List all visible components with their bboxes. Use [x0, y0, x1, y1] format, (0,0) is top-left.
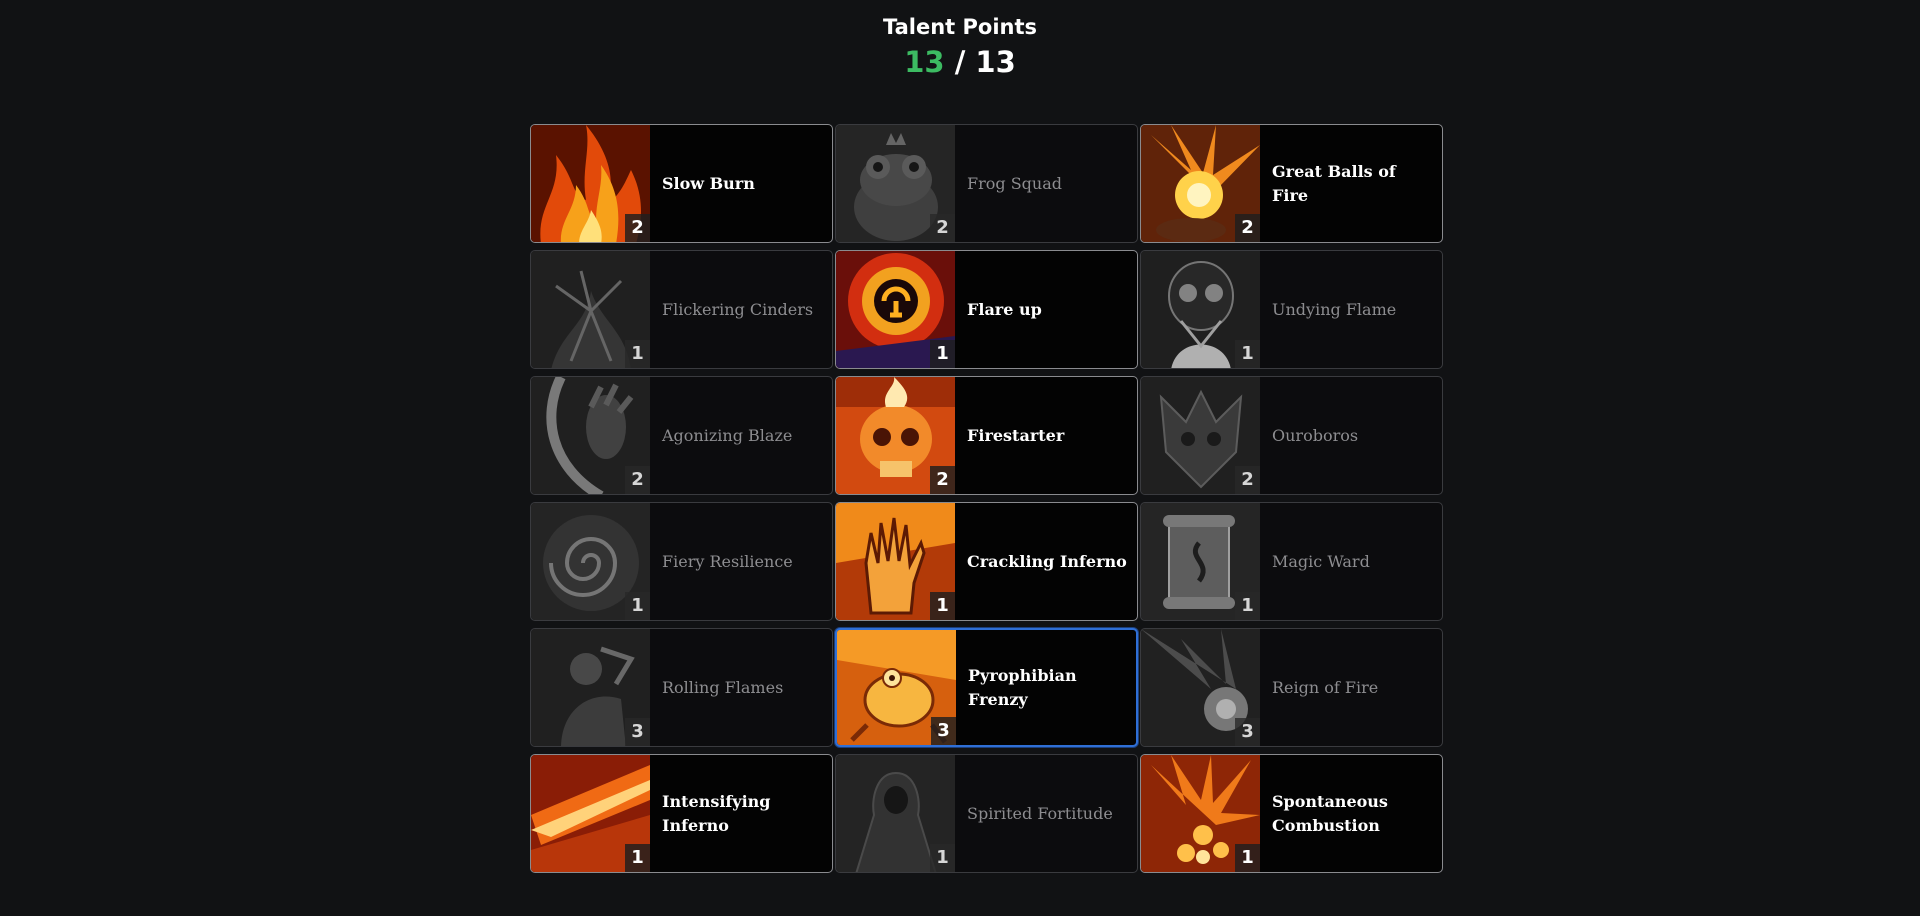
talent-card[interactable]: 2 Frog Squad	[835, 124, 1138, 243]
talent-rank: 2	[1235, 214, 1260, 242]
talent-name: Slow Burn	[662, 173, 755, 193]
talent-name: Fiery Resilience	[662, 551, 793, 571]
talent-card[interactable]: 1 Undying Flame	[1140, 250, 1443, 369]
talent-rank: 1	[625, 340, 650, 368]
talent-name: Undying Flame	[1272, 299, 1397, 319]
points-total: 13	[975, 45, 1016, 79]
talent-rank: 2	[625, 214, 650, 242]
talent-name: Flare up	[967, 299, 1042, 319]
talent-card[interactable]: 2 Great Balls of Fire	[1140, 124, 1443, 243]
talent-rank: 1	[625, 844, 650, 872]
talent-name: Firestarter	[967, 425, 1065, 445]
talent-points-counter: 13 / 13	[0, 42, 1920, 82]
talent-name: Intensifying Inferno	[662, 791, 771, 835]
talent-rank: 2	[930, 466, 955, 494]
talent-points-title: Talent Points	[882, 15, 1038, 39]
talent-rank: 3	[931, 717, 956, 745]
talent-card[interactable]: 1 Spirited Fortitude	[835, 754, 1138, 873]
talent-name: Spontaneous Combustion	[1272, 791, 1388, 835]
talent-card[interactable]: 3 Rolling Flames	[530, 628, 833, 747]
talent-page: Talent Points 13 / 13 2 Slow Burn 2 Frog S…	[0, 0, 1920, 916]
talent-rank: 3	[625, 718, 650, 746]
talent-card[interactable]: 1 Spontaneous Combustion	[1140, 754, 1443, 873]
talent-rank: 1	[930, 340, 955, 368]
talent-card[interactable]: 3 Reign of Fire	[1140, 628, 1443, 747]
talent-name: Great Balls of Fire	[1272, 161, 1396, 205]
talent-rank: 1	[1235, 340, 1260, 368]
talent-name: Pyrophibian Frenzy	[968, 665, 1077, 709]
talent-rank: 2	[930, 214, 955, 242]
talent-card[interactable]: 1 Intensifying Inferno	[530, 754, 833, 873]
talent-rank: 2	[625, 466, 650, 494]
talent-name: Spirited Fortitude	[967, 803, 1113, 823]
talent-card[interactable]: 1 Flickering Cinders	[530, 250, 833, 369]
talent-grid: 2 Slow Burn 2 Frog Squad 2 Great Balls of F…	[530, 124, 1447, 873]
talent-header: Talent Points 13 / 13	[0, 12, 1920, 82]
points-separator: /	[954, 45, 966, 79]
talent-card[interactable]: 2 Slow Burn	[530, 124, 833, 243]
talent-card[interactable]: 3 Pyrophibian Frenzy	[835, 628, 1138, 747]
talent-rank: 1	[1235, 844, 1260, 872]
talent-name: Crackling Inferno	[967, 551, 1127, 571]
talent-card[interactable]: 1 Crackling Inferno	[835, 502, 1138, 621]
talent-name: Ouroboros	[1272, 425, 1359, 445]
talent-name: Magic Ward	[1272, 551, 1370, 571]
talent-name: Flickering Cinders	[662, 299, 814, 319]
talent-rank: 2	[1235, 466, 1260, 494]
talent-rank: 1	[1235, 592, 1260, 620]
talent-card[interactable]: 1 Flare up	[835, 250, 1138, 369]
talent-name: Agonizing Blaze	[662, 425, 793, 445]
talent-rank: 1	[930, 844, 955, 872]
talent-name: Reign of Fire	[1272, 677, 1379, 697]
talent-card[interactable]: 2 Agonizing Blaze	[530, 376, 833, 495]
talent-card[interactable]: 2 Firestarter	[835, 376, 1138, 495]
talent-rank: 3	[1235, 718, 1260, 746]
talent-rank: 1	[930, 592, 955, 620]
talent-card[interactable]: 1 Fiery Resilience	[530, 502, 833, 621]
talent-card[interactable]: 1 Magic Ward	[1140, 502, 1443, 621]
talent-name: Frog Squad	[967, 173, 1062, 193]
talent-name: Rolling Flames	[662, 677, 784, 697]
points-used: 13	[904, 45, 945, 79]
talent-rank: 1	[625, 592, 650, 620]
talent-card[interactable]: 2 Ouroboros	[1140, 376, 1443, 495]
